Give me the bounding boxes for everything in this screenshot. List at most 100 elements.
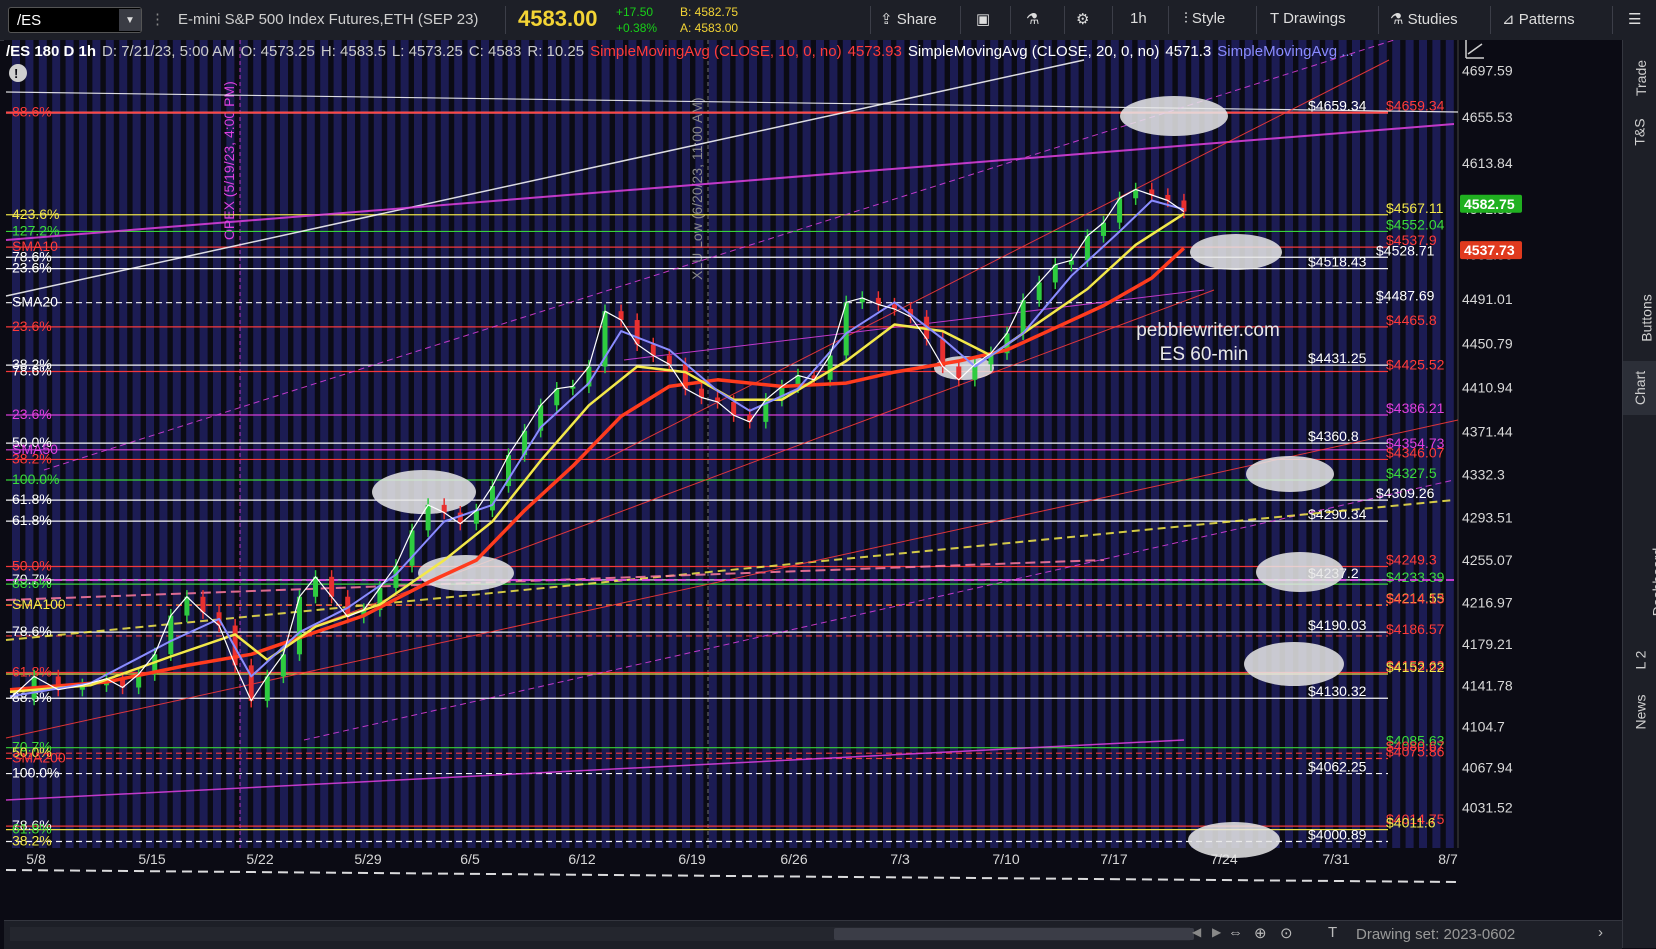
rail-tab-chart[interactable]: Chart [1623,361,1656,415]
rail-tab-label: Dashboard [1649,547,1656,617]
price-level-label: $4190.03 [1308,617,1367,633]
gear-icon[interactable]: ⚙ [1076,10,1089,28]
chart-info-bar: /ES 180 D 1h D: 7/21/23, 5:00 AM O: 4573… [6,40,1354,62]
chart-area[interactable]: 4697.594655.534613.844572.534531.364491.… [4,40,1622,948]
session-stripe [641,40,650,848]
rail-tab-label: Active Trader [1609,179,1656,261]
rail-tab-label: Phase Scores [1612,432,1656,519]
study-sma10-value: 4573.93 [847,42,902,60]
fib-level-label: 23.6% [12,260,52,276]
session-stripe [856,40,865,848]
zoom-icon[interactable]: ⊙ [1280,924,1293,942]
session-stripe [146,40,154,848]
crosshair-icon[interactable]: ⊕ [1254,924,1267,942]
scroll-left-icon[interactable]: ◀ [1192,925,1201,939]
session-stripe [869,40,878,848]
patterns-button[interactable]: ⊿ Patterns [1502,10,1575,28]
rail-tab-news[interactable]: News [1623,682,1656,742]
price-level-label: $4152.22 [1386,659,1445,675]
drawings-button[interactable]: T Drawings [1270,10,1346,27]
chart-symbol: /ES 180 D 1h [6,42,97,60]
price-level-label: $4465.8 [1386,312,1437,328]
price-level-label: $4062.25 [1308,759,1367,775]
session-stripe [829,40,838,848]
symbol-input[interactable]: /ES [9,12,119,29]
highlight-ellipse [1246,456,1334,492]
text-tool-icon[interactable]: T [1328,924,1337,941]
bar-close: C: 4583 [468,42,522,60]
fib-level-label: 78.6% [12,362,52,378]
scroll-thumb[interactable] [834,928,1194,940]
y-tick-label: 4332.3 [1462,467,1505,483]
session-stripe [427,40,436,848]
x-tick-label: 5/29 [354,851,381,867]
share-button[interactable]: ⇪ Share [880,10,937,28]
last-price: 4583.00 [518,6,598,31]
price-level-label: $4309.26 [1376,485,1435,501]
session-stripe [762,40,771,848]
rail-tab-phase-scores[interactable]: Phase Scores [1623,421,1656,531]
session-stripe [708,40,717,848]
price-level-label: $4431.25 [1308,350,1367,366]
price-level-label: $4233.39 [1386,569,1445,585]
rail-tab-label: L 2 [1631,650,1648,670]
session-stripe [963,40,972,848]
rail-tab-label: News [1632,694,1649,730]
studies-button[interactable]: ⚗ Studies [1390,10,1458,28]
rail-tab-trade[interactable]: Trade [1623,56,1656,100]
study-sma10[interactable]: SimpleMovingAvg (CLOSE, 10, 0, no) [590,43,842,60]
session-stripe [253,40,262,848]
style-button[interactable]: ⫶ Style [1184,10,1225,27]
x-tick-label: 7/17 [1100,851,1127,867]
flask-icon: ⚗ [1390,11,1408,28]
timeframe-button[interactable]: 1h [1130,10,1147,27]
price-level-label: $4425.52 [1386,356,1445,372]
top-toolbar: /ES ▼ ⋮ E-mini S&P 500 Index Futures,ETH… [0,0,1656,41]
y-tick-label: 4371.44 [1462,423,1513,439]
patterns-icon: ⊿ [1502,11,1519,28]
session-stripe [347,40,355,848]
study-sma20[interactable]: SimpleMovingAvg (CLOSE, 20, 0, no) [908,43,1160,60]
session-stripe [722,40,731,848]
rail-tab-label: Trade [1633,59,1650,97]
divider [505,6,506,34]
drawing-set-label[interactable]: Drawing set: 2023-0602 [1356,926,1515,943]
session-stripe [280,40,288,848]
bar-high: H: 4583.5 [320,42,386,60]
fib-level-label: 423.6% [12,206,59,222]
x-tick-label: 5/15 [138,851,165,867]
chevron-right-icon[interactable]: › [1598,924,1603,941]
rail-tab-l-2[interactable]: L 2 [1623,640,1656,680]
rail-tab-buttons[interactable]: Buttons [1623,283,1656,353]
study-sma-more[interactable]: SimpleMovingAvg ... [1217,43,1353,60]
session-stripe [1218,40,1226,848]
divider [870,6,871,34]
price-level-label: $4249.3 [1386,552,1437,568]
price-chart[interactable]: 4697.594655.534613.844572.534531.364491.… [4,40,1622,920]
session-stripe [199,40,208,848]
session-stripe [1137,40,1146,848]
session-stripe [320,40,329,848]
watermark-subtitle: ES 60-min [1160,344,1249,365]
price-level-label: $4214.13 [1386,590,1445,606]
session-stripe [561,40,570,848]
rail-tab-active-trader[interactable]: Active Trader [1623,165,1656,275]
fib-level-label: 38.2% [12,832,52,848]
y-tick-label: 4491.01 [1462,291,1513,307]
flask-icon[interactable]: ⚗ [1026,10,1039,28]
expand-icon[interactable]: ⇔ [1228,924,1243,941]
bid-price: B: 4582.75 [680,5,739,19]
symbol-selector[interactable]: /ES ▼ [8,7,142,33]
rail-tab-dashboard[interactable]: Dashboard [1623,537,1656,627]
menu-icon[interactable]: ☰ [1628,10,1641,28]
link-icon[interactable]: ⋮ [150,10,165,28]
rail-tab-t-s[interactable]: T&S [1623,110,1656,154]
session-stripe [1204,40,1213,848]
chevron-down-icon[interactable]: ▼ [119,9,141,31]
snapshot-icon[interactable]: ▣ [976,10,990,28]
divider [1256,6,1257,34]
scroll-right-icon[interactable]: ▶ [1212,925,1221,939]
x-tick-label: 6/26 [780,851,807,867]
bar-open: O: 4573.25 [240,42,315,60]
session-stripe [414,40,422,848]
